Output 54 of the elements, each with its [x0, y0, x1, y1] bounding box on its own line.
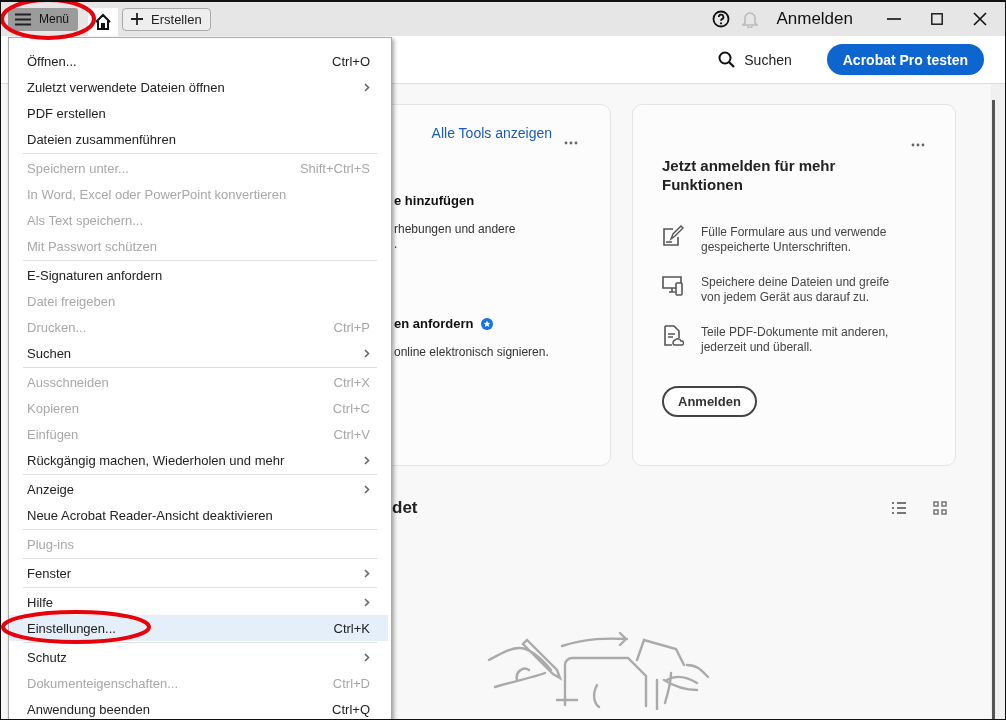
chevron-right-icon [364, 484, 370, 494]
chevron-right-icon [364, 568, 370, 578]
feature-text: Speichere deine Dateien und greife von jedem Gerät aus darauf zu. [701, 275, 891, 305]
menu-button[interactable]: Menü [8, 7, 79, 31]
sign-in-button[interactable]: Anmelden [662, 386, 757, 417]
menu-item[interactable]: Suchen [9, 340, 388, 366]
tool-description: . [394, 237, 399, 252]
menu-item[interactable]: Dateien zusammenführen [9, 126, 388, 152]
scrollbar-thumb[interactable] [992, 100, 995, 719]
chevron-right-icon [364, 652, 370, 662]
chevron-right-icon [364, 455, 370, 465]
close-icon [973, 12, 987, 26]
devices-icon [662, 275, 684, 297]
card-title: Jetzt anmelden für mehr Funktionen [662, 156, 837, 194]
chevron-right-icon [364, 597, 370, 607]
search-icon [718, 51, 736, 68]
chevron-right-icon [364, 82, 370, 92]
menu-item[interactable]: Fenster [9, 560, 388, 586]
tool-description: rhebungen und andere [394, 222, 517, 237]
chevron-right-icon [364, 348, 370, 358]
menu-item[interactable]: Anzeige [9, 476, 388, 502]
menu-item[interactable]: Anwendung beenden Ctrl+Q [9, 696, 388, 719]
grid-view-icon [933, 501, 947, 515]
section-heading: det [392, 498, 418, 518]
all-tools-link[interactable]: Alle Tools anzeigen [431, 125, 552, 141]
home-icon [94, 13, 113, 31]
menu-item[interactable]: Öffnen... Ctrl+O [9, 48, 388, 74]
menu-item[interactable]: Hilfe [9, 589, 388, 615]
sign-in-link[interactable]: Anmelden [776, 9, 853, 29]
trial-button[interactable]: Acrobat Pro testen [826, 44, 984, 75]
menu-item[interactable]: Neue Acrobat Reader-Ansicht deaktivieren [9, 502, 388, 528]
plus-icon [131, 13, 144, 25]
tool-title: e hinzufügen [394, 192, 475, 210]
menu-item[interactable]: Zuletzt verwendete Dateien öffnen [9, 74, 388, 100]
menu-item[interactable]: Rückgängig machen, Wiederholen und mehr [9, 447, 388, 473]
document-cloud-icon [662, 325, 684, 347]
tool-title: en anfordern [394, 315, 474, 333]
maximize-icon [931, 13, 943, 25]
more-icon [564, 141, 578, 145]
menu-item[interactable]: PDF erstellen [9, 100, 388, 126]
feature-text: Teile PDF-Dokumente mit anderen, jederzeit und überall. [701, 325, 890, 355]
menu-item[interactable]: Schutz [9, 644, 388, 670]
search-button[interactable]: Suchen [718, 51, 792, 68]
menu-item[interactable]: Einstellungen... Ctrl+K [9, 615, 388, 641]
bell-icon [742, 10, 759, 28]
feature-text: Fülle Formulare aus und verwende gespeicherte Unterschriften. [701, 225, 888, 255]
tool-description: online elektronisch signieren. [394, 345, 550, 360]
menu-icon [15, 12, 31, 26]
menu-item[interactable]: E-Signaturen anfordern [9, 262, 388, 288]
form-edit-icon [662, 225, 684, 247]
more-icon [911, 143, 925, 147]
help-icon [712, 10, 731, 28]
list-view-icon [891, 501, 907, 515]
create-button[interactable]: Erstellen [122, 7, 211, 31]
